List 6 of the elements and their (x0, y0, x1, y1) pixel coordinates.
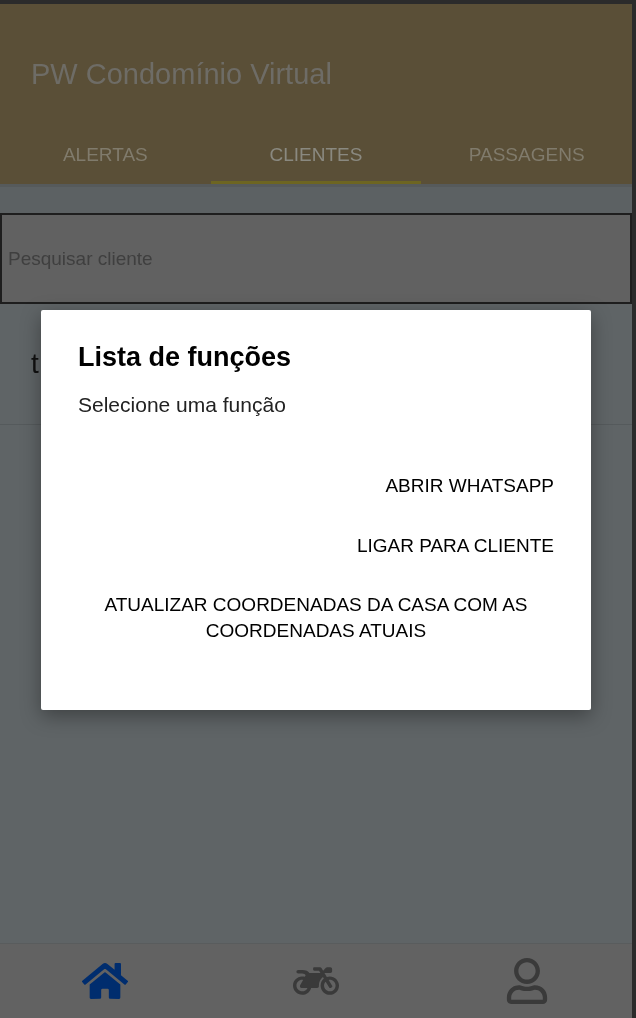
dialog-action-button[interactable]: LIGAR PARA CLIENTE (356, 532, 554, 559)
dialog-action-button[interactable]: ATUALIZAR COORDENADAS DA CASA COM AS COORDENADAS ATUAIS (78, 592, 554, 644)
client-name[interactable]: t (31, 348, 39, 380)
dialog-message: Selecione uma função (78, 393, 286, 417)
dialog-title: Lista de funções (78, 342, 292, 373)
dialog-action-button[interactable]: ABRIR WHATSAPP (385, 473, 554, 499)
